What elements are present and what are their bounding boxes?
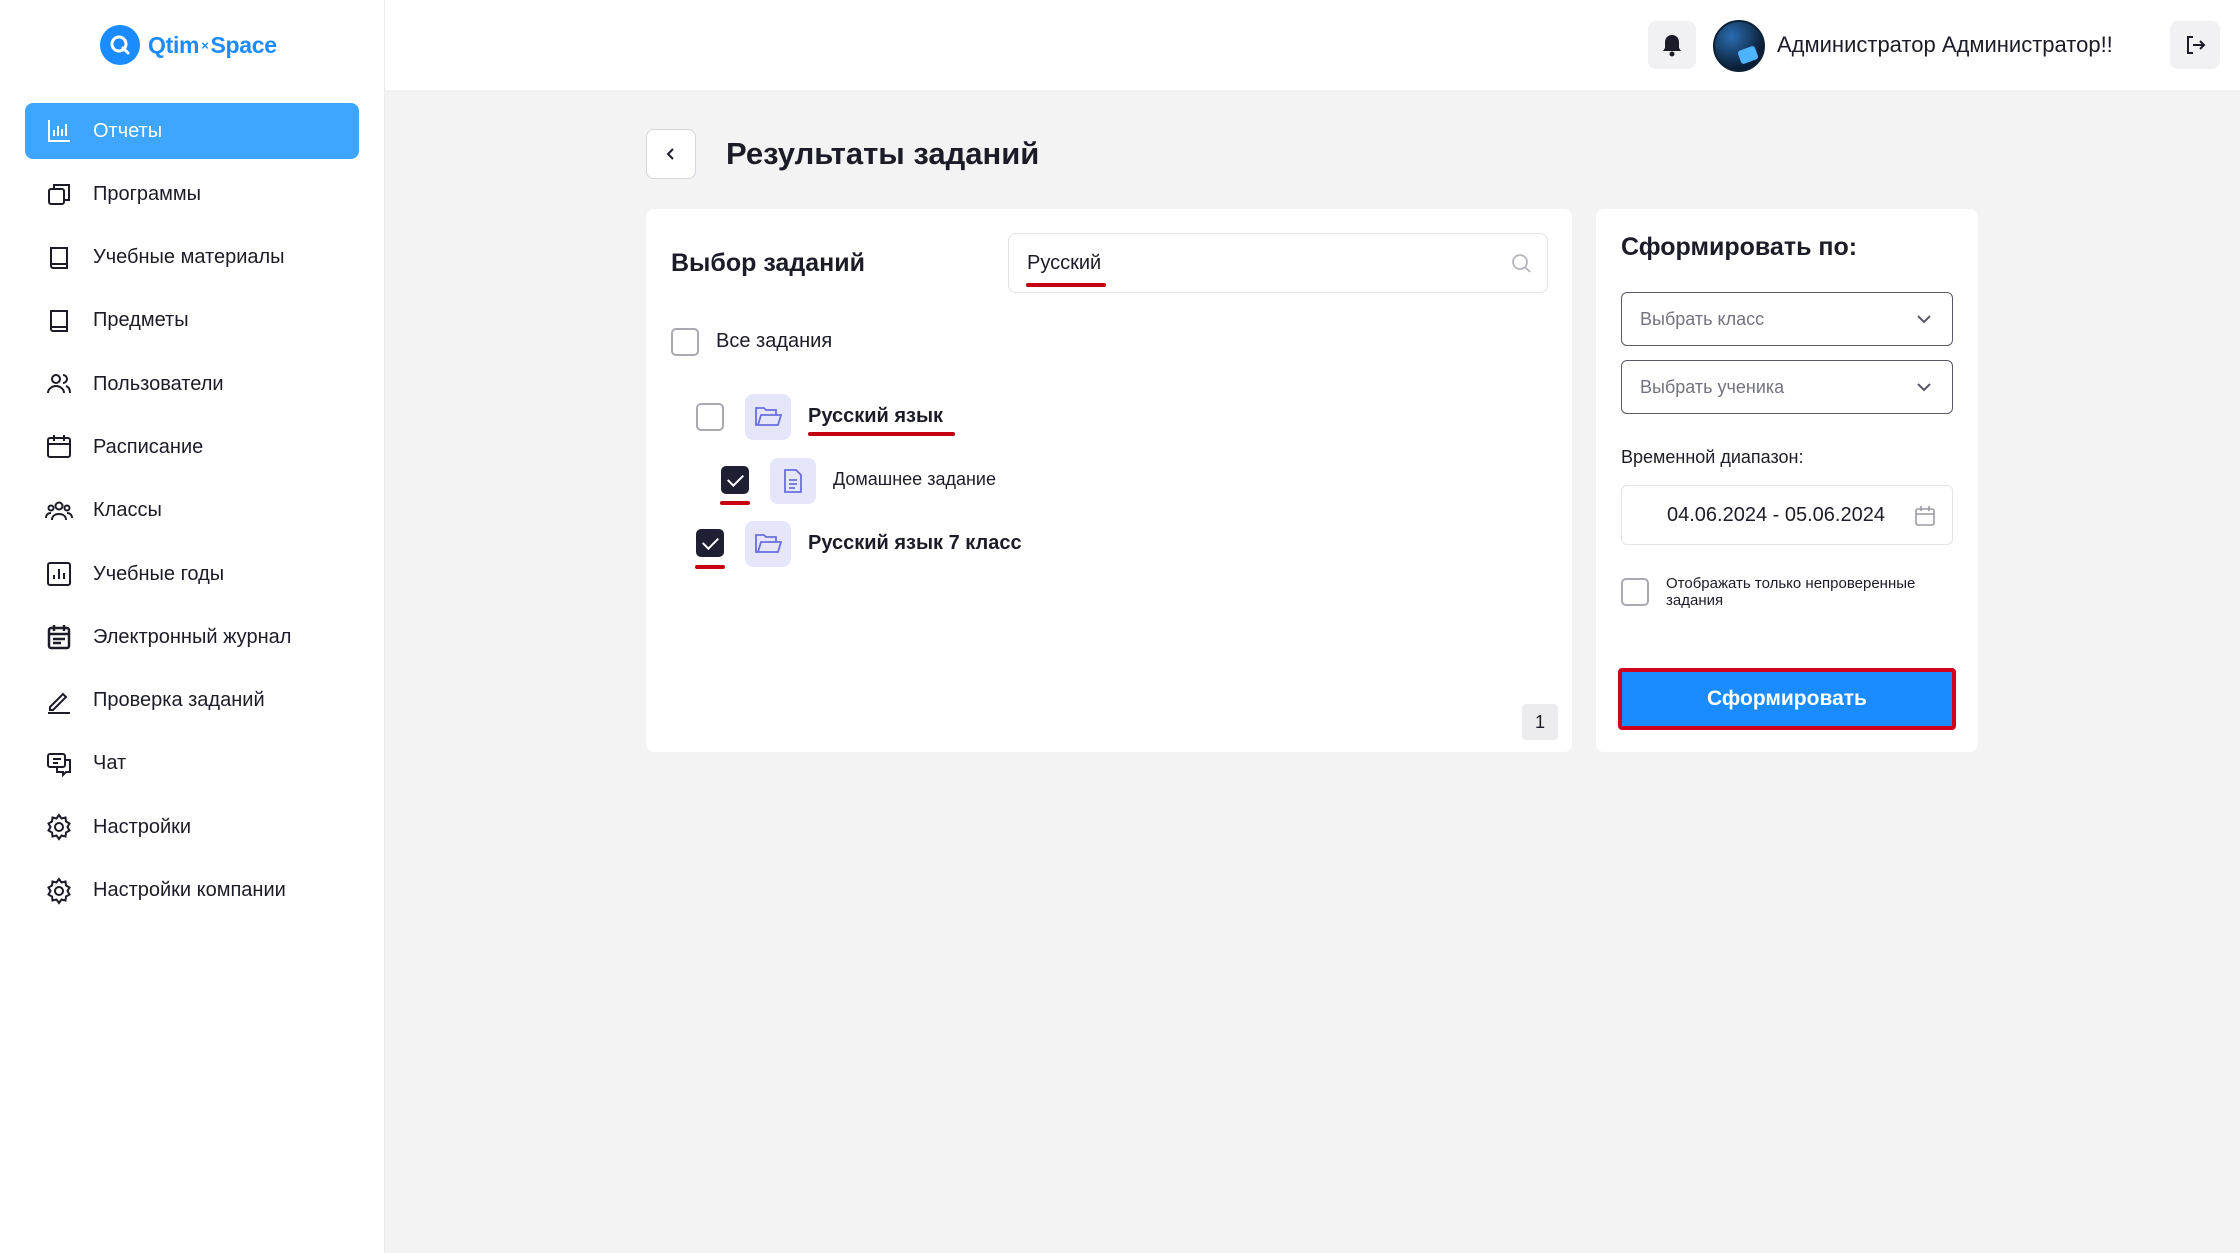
checkbox-highlight-mark [695,565,725,569]
task-selection-card: Выбор заданий Русский Все задания Русски… [646,209,1572,752]
sidebar-item-label: Электронный журнал [93,625,292,648]
sidebar-item-label: Предметы [93,309,189,332]
logout-icon [2187,36,2206,54]
date-range-value: 04.06.2024 - 05.06.2024 [1667,504,1885,526]
journal-icon [47,625,71,650]
notifications-button[interactable] [1648,21,1696,69]
sidebar-nav: Отчеты Программы Учебные материалы Предм… [25,103,359,926]
form-title: Сформировать по: [1621,233,1858,261]
users-icon [47,374,71,394]
logout-button[interactable] [2170,21,2220,69]
document-icon [784,469,802,493]
only-unchecked-checkbox[interactable] [1621,578,1649,606]
sidebar-item-label: Настройки [93,815,192,838]
sidebar-item-label: Отчеты [93,119,163,142]
sidebar-item-label: Учебные годы [93,562,225,585]
only-unchecked-label: Отображать только непроверенные задания [1666,575,1916,609]
gear-icon [47,876,71,905]
folder-icon [755,407,782,426]
book-icon [50,246,68,269]
calendar-icon [1915,506,1935,526]
task-label[interactable]: Домашнее задание [833,469,996,490]
submit-highlight-frame: Сформировать [1618,668,1956,730]
report-icon [47,562,71,587]
student-select[interactable]: Выбрать ученика [1621,360,1953,414]
sidebar-item-label: Чат [93,752,127,775]
group-icon [45,501,73,520]
back-button[interactable] [646,129,696,179]
sidebar-item-materials[interactable]: Учебные материалы [25,230,359,286]
sidebar: Qtim ×Space Отчеты Программы Учебные мате… [0,0,385,1253]
generate-report-button[interactable]: Сформировать [1622,672,1952,726]
avatar[interactable] [1713,20,1765,72]
sidebar-item-label: Пользователи [93,372,224,395]
sidebar-item-years[interactable]: Учебные годы [25,546,359,602]
report-form-card: Сформировать по: Выбрать класс Выбрать у… [1596,209,1978,752]
task-highlight-mark [808,432,955,436]
checkbox-highlight-mark [720,501,750,505]
task-checkbox[interactable] [721,466,749,494]
sidebar-item-label: Учебные материалы [93,246,285,269]
date-range-input[interactable]: 04.06.2024 - 05.06.2024 [1621,485,1953,545]
search-icon [1512,254,1531,273]
sidebar-item-company-settings[interactable]: Настройки компании [25,863,359,919]
search-value: Русский [1027,252,1102,274]
student-select-placeholder: Выбрать ученика [1640,377,1785,397]
class-select-placeholder: Выбрать класс [1640,309,1765,329]
task-checkbox[interactable] [696,529,724,557]
page-title: Результаты заданий [726,136,1040,171]
chevron-left-icon [666,148,674,160]
chart-icon [48,120,70,142]
task-checkbox[interactable] [696,403,724,431]
sidebar-item-label: Классы [93,499,162,522]
bell-icon [1663,35,1681,57]
pagination-page[interactable]: 1 [1522,704,1558,740]
all-tasks-label: Все задания [716,330,833,352]
sidebar-item-users[interactable]: Пользователи [25,356,359,412]
sidebar-item-label: Расписание [93,435,204,458]
sidebar-item-settings[interactable]: Настройки [25,799,359,855]
sidebar-item-label: Проверка заданий [93,689,265,712]
document-icon-box [770,458,816,504]
sidebar-item-reports[interactable]: Отчеты [25,103,359,159]
brand-name: Qtim ×Space [148,31,277,58]
logo-icon [100,25,140,65]
sidebar-item-subjects[interactable]: Предметы [25,293,359,349]
brand-logo[interactable]: Qtim ×Space [100,24,277,66]
task-selection-title: Выбор заданий [671,249,865,277]
chevron-down-icon [1917,315,1931,324]
folder-icon [755,534,782,553]
chat-icon [47,752,71,778]
user-name[interactable]: Администратор Администратор!! [1777,32,2113,58]
sidebar-item-journal[interactable]: Электронный журнал [25,609,359,665]
class-select[interactable]: Выбрать класс [1621,292,1953,346]
calendar-icon [47,435,71,459]
sidebar-item-programs[interactable]: Программы [25,166,359,222]
folder-icon-box [745,521,791,567]
folder-icon-box [745,394,791,440]
all-tasks-checkbox[interactable] [671,328,699,356]
task-label[interactable]: Русский язык 7 класс [808,532,1022,555]
edit-icon [48,692,70,714]
sidebar-item-label: Программы [93,182,202,205]
task-label[interactable]: Русский язык [808,405,943,428]
book-icon [50,309,68,332]
chevron-down-icon [1917,383,1931,392]
sidebar-item-schedule[interactable]: Расписание [25,419,359,475]
gear-icon [47,813,71,841]
search-highlight-mark [1026,283,1106,287]
sidebar-item-classes[interactable]: Классы [25,483,359,539]
date-range-label: Временной диапазон: [1621,447,1804,467]
copy-icon [48,184,70,206]
sidebar-item-chat[interactable]: Чат [25,736,359,792]
sidebar-item-review[interactable]: Проверка заданий [25,673,359,729]
sidebar-item-label: Настройки компании [93,879,286,902]
